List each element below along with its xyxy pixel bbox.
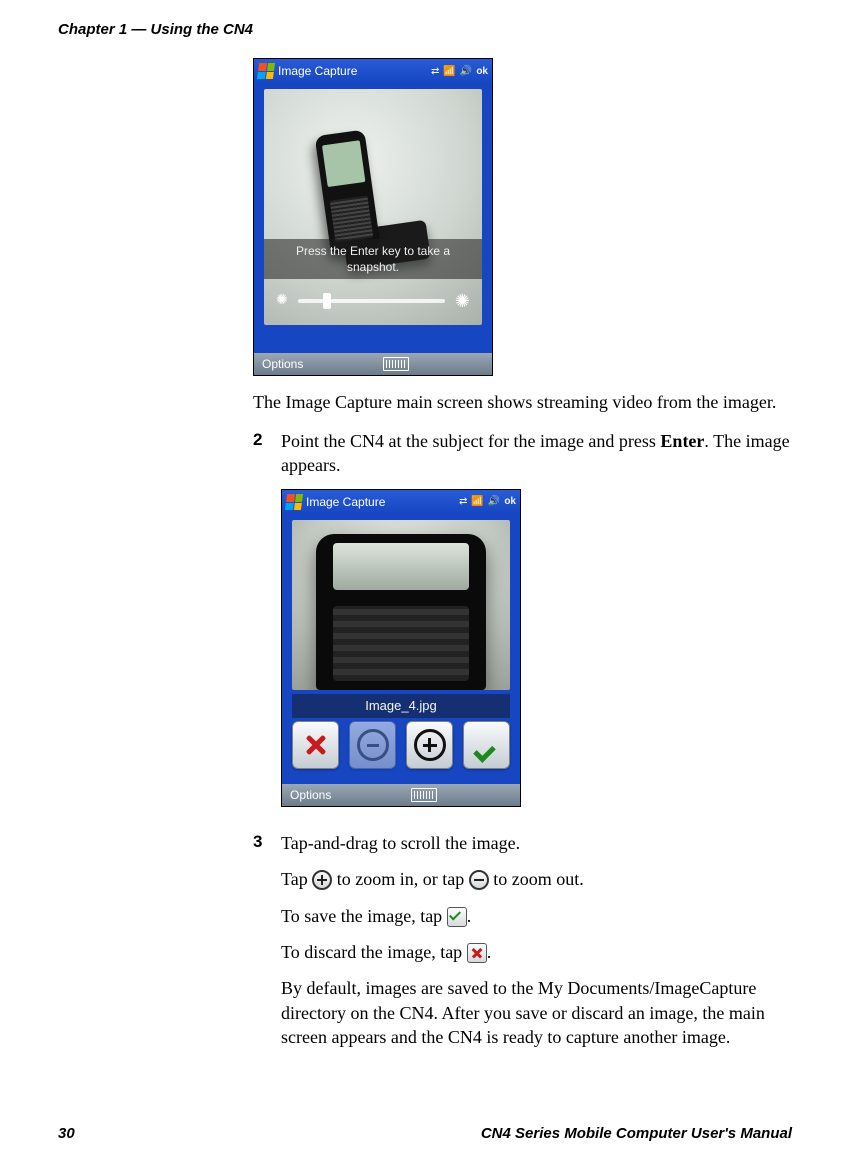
cross-icon	[305, 734, 327, 756]
zoom-in-icon	[312, 870, 332, 890]
windows-start-icon	[257, 63, 275, 79]
cross-icon	[467, 943, 487, 963]
step-number: 2	[253, 429, 281, 822]
page-footer: 30 CN4 Series Mobile Computer User's Man…	[58, 1124, 792, 1144]
zoom-in-button[interactable]	[406, 721, 453, 769]
zoom-out-button[interactable]	[349, 721, 396, 769]
brightness-high-icon: ✺	[455, 292, 470, 310]
menubar: Options	[254, 353, 492, 375]
discard-button[interactable]	[292, 721, 339, 769]
keyboard-icon[interactable]	[411, 788, 437, 802]
check-icon	[474, 732, 500, 758]
captured-image-viewport[interactable]	[292, 520, 510, 690]
slider-thumb[interactable]	[323, 293, 331, 309]
status-icons: ⇄ 📶 🔊 ok	[431, 65, 488, 79]
screenshot-image-capture-review: Image Capture ⇄ 📶 🔊 ok Image_4.jpg	[281, 489, 521, 807]
ok-button[interactable]: ok	[476, 65, 488, 79]
brightness-low-icon: ✺	[276, 294, 288, 308]
enter-key-label: Enter	[660, 431, 704, 451]
captured-image	[316, 534, 486, 690]
step-3-line-2: Tap to zoom in, or tap to zoom out.	[281, 867, 792, 891]
brightness-slider[interactable]: ✺ ✺	[276, 289, 470, 313]
screenshot-image-capture-main: Image Capture ⇄ 📶 🔊 ok Press the Enter k…	[253, 58, 493, 376]
sync-icon: ⇄	[459, 495, 467, 509]
windows-start-icon	[285, 494, 303, 510]
status-icons: ⇄ 📶 🔊 ok	[459, 495, 516, 509]
speaker-icon: 🔊	[460, 65, 472, 79]
titlebar: Image Capture ⇄ 📶 🔊 ok	[282, 490, 520, 514]
signal-icon: 📶	[443, 65, 455, 79]
zoom-out-icon	[469, 870, 489, 890]
options-menu[interactable]: Options	[290, 787, 331, 803]
filename-label: Image_4.jpg	[292, 694, 510, 718]
manual-title: CN4 Series Mobile Computer User's Manual	[481, 1124, 792, 1144]
titlebar: Image Capture ⇄ 📶 🔊 ok	[254, 59, 492, 83]
step-2-text: Point the CN4 at the subject for the ima…	[281, 429, 792, 478]
zoom-out-icon	[357, 729, 389, 761]
menubar: Options	[282, 784, 520, 806]
step-3: 3 Tap-and-drag to scroll the image. Tap …	[253, 831, 792, 1061]
step-2: 2 Point the CN4 at the subject for the i…	[253, 429, 792, 822]
camera-viewport: Press the Enter key to take a snapshot. …	[264, 89, 482, 325]
keyboard-icon[interactable]	[383, 357, 409, 371]
hint-banner: Press the Enter key to take a snapshot.	[264, 239, 482, 279]
step-number: 3	[253, 831, 281, 1061]
app-title: Image Capture	[278, 63, 427, 79]
sync-icon: ⇄	[431, 65, 439, 79]
review-button-row	[292, 720, 510, 770]
step-3-line-5: By default, images are saved to the My D…	[281, 976, 792, 1049]
save-button[interactable]	[463, 721, 510, 769]
running-header: Chapter 1 — Using the CN4	[58, 20, 792, 40]
step-3-line-1: Tap-and-drag to scroll the image.	[281, 831, 792, 855]
check-icon	[447, 907, 467, 927]
page-number: 30	[58, 1124, 75, 1144]
options-menu[interactable]: Options	[262, 356, 303, 372]
signal-x-icon: 📶	[471, 495, 483, 509]
speaker-icon: 🔊	[488, 495, 500, 509]
app-title: Image Capture	[306, 494, 455, 510]
slider-track[interactable]	[298, 299, 445, 303]
step-3-line-4: To discard the image, tap .	[281, 940, 792, 964]
step-3-line-3: To save the image, tap .	[281, 904, 792, 928]
ok-button[interactable]: ok	[504, 495, 516, 509]
caption-screenshot1: The Image Capture main screen shows stre…	[253, 390, 792, 414]
zoom-in-icon	[414, 729, 446, 761]
